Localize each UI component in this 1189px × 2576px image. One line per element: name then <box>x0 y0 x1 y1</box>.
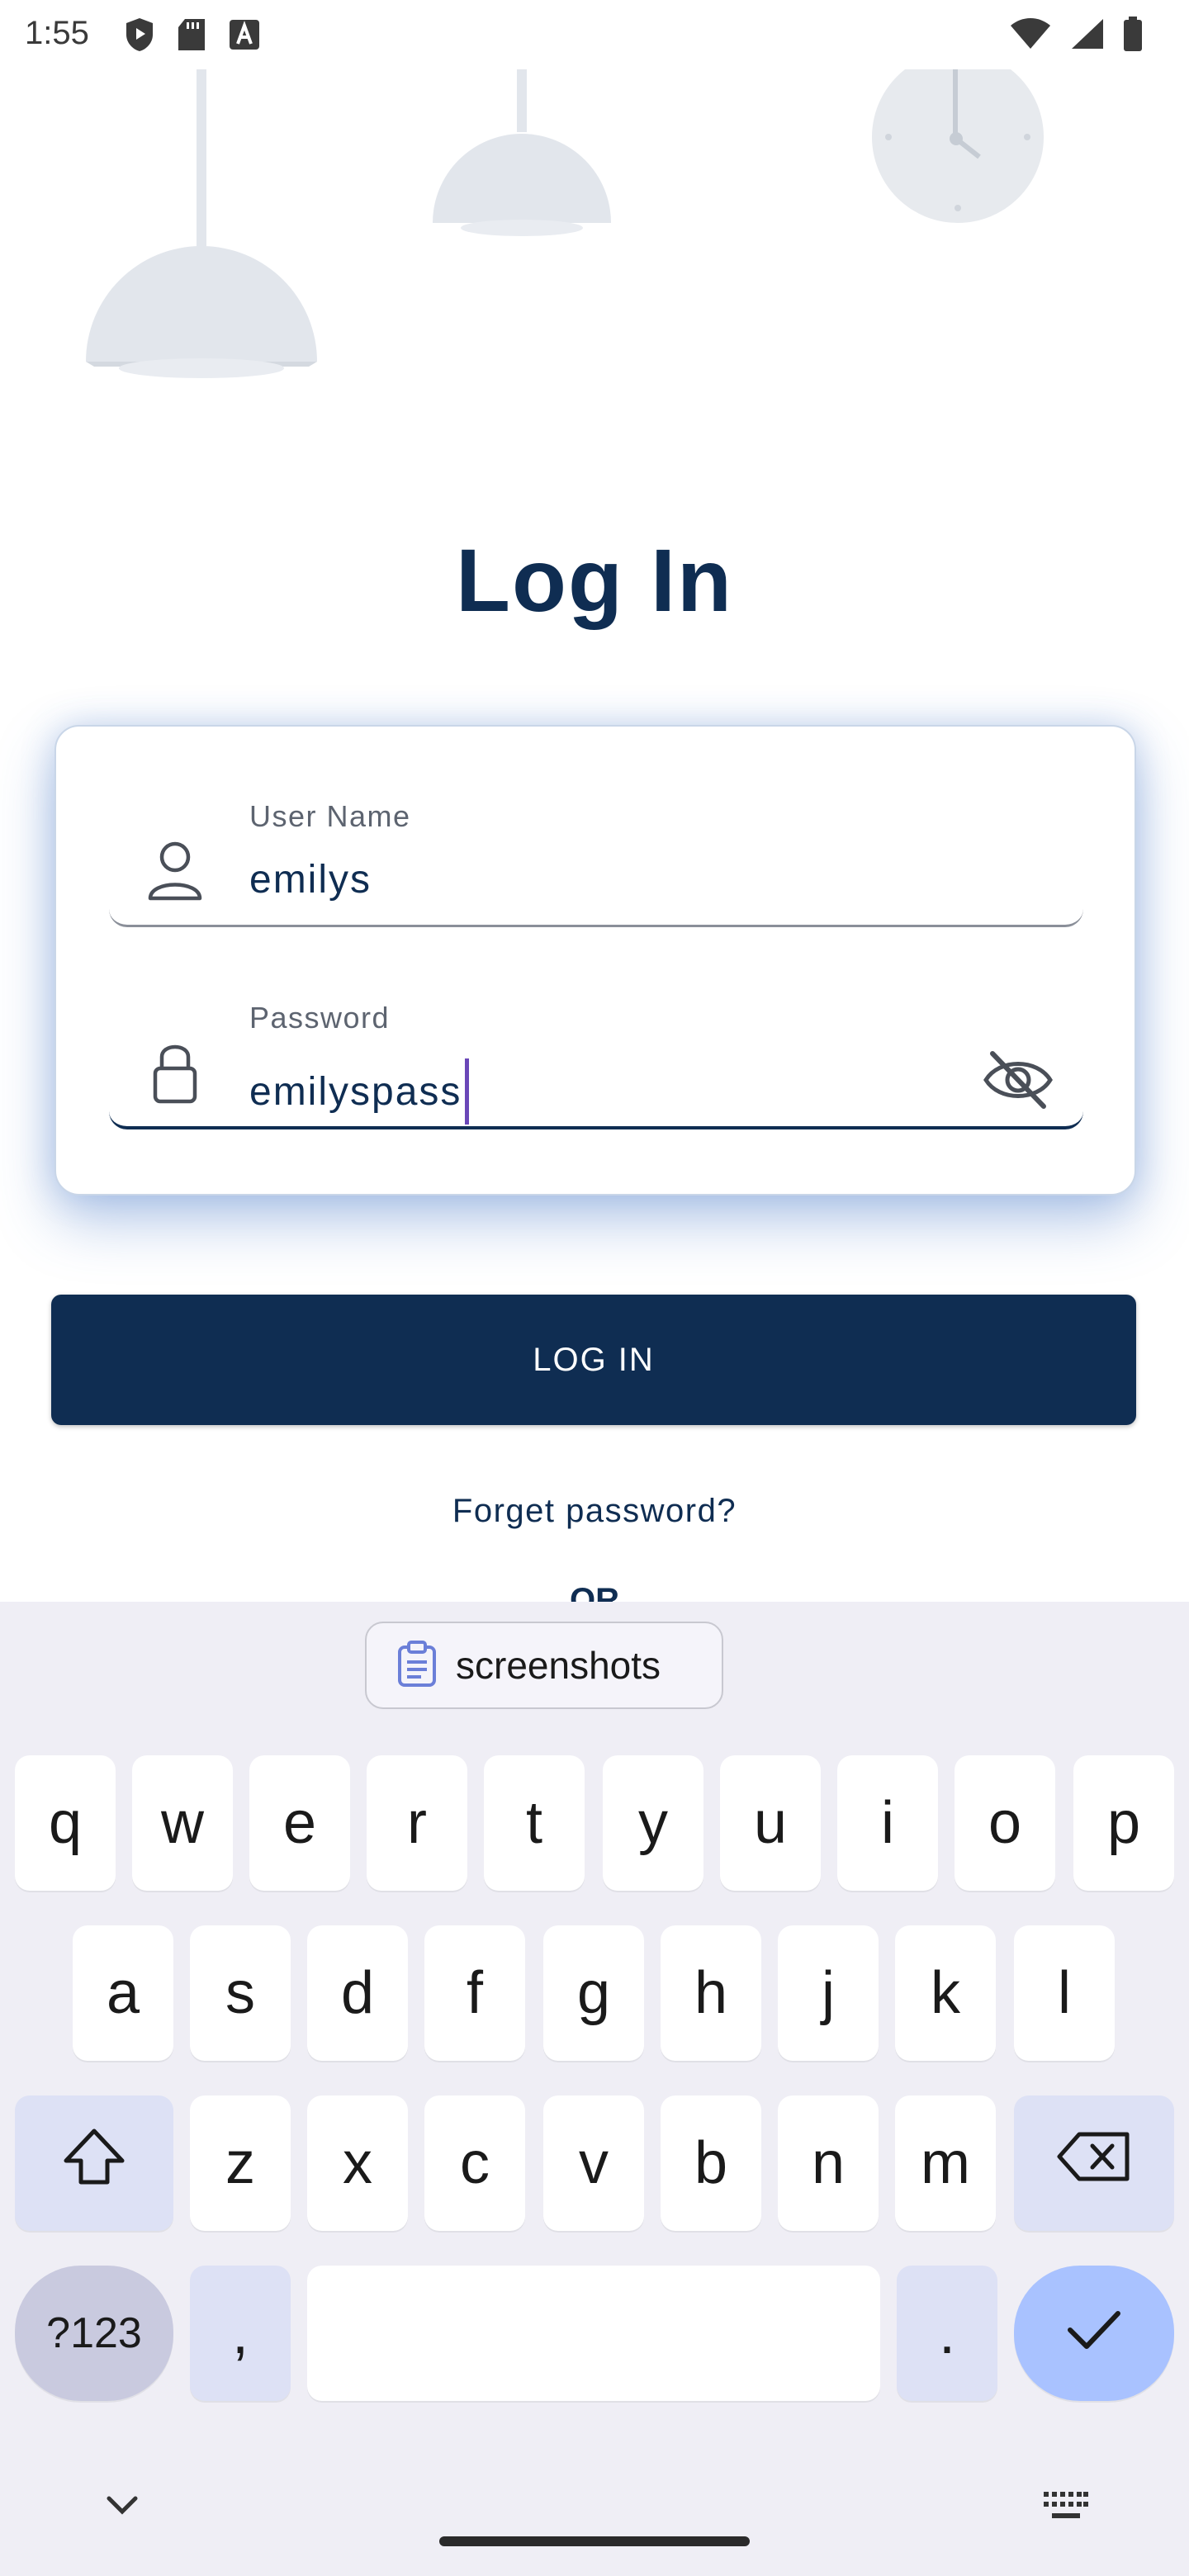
forgot-password-link[interactable]: Forget password? <box>0 1493 1189 1530</box>
soft-keyboard: screenshots q w e r t y u i o p a s d f … <box>0 1602 1189 2576</box>
shift-icon <box>61 2126 127 2201</box>
key-i[interactable]: i <box>837 1755 938 1891</box>
symbols-key[interactable]: ?123 <box>15 2266 173 2401</box>
eye-off-icon[interactable] <box>981 1047 1055 1113</box>
checkmark-icon <box>1065 2299 1123 2367</box>
hide-keyboard-chevron-icon[interactable] <box>104 2493 140 2522</box>
key-c[interactable]: c <box>424 2095 525 2231</box>
lock-icon <box>147 1039 203 1105</box>
font-a-icon <box>228 18 261 55</box>
status-time: 1:55 <box>25 15 89 51</box>
key-h[interactable]: h <box>661 1925 761 2061</box>
key-u[interactable]: u <box>720 1755 821 1891</box>
key-w[interactable]: w <box>132 1755 233 1891</box>
signal-icon <box>1070 17 1105 54</box>
shift-key[interactable] <box>15 2095 173 2231</box>
clipboard-suggestion-text: screenshots <box>456 1644 661 1687</box>
password-input[interactable]: emilyspass <box>249 1058 470 1125</box>
key-q[interactable]: q <box>15 1755 116 1891</box>
key-e[interactable]: e <box>249 1755 350 1891</box>
period-key[interactable]: . <box>897 2266 997 2401</box>
header-illustration <box>0 51 1189 400</box>
key-m[interactable]: m <box>895 2095 996 2231</box>
key-o[interactable]: o <box>955 1755 1055 1891</box>
sd-card-icon <box>177 17 206 56</box>
key-f[interactable]: f <box>424 1925 525 2061</box>
key-r[interactable]: r <box>367 1755 467 1891</box>
key-d[interactable]: d <box>307 1925 408 2061</box>
battery-icon <box>1123 17 1143 55</box>
key-b[interactable]: b <box>661 2095 761 2231</box>
backspace-icon <box>1056 2129 1132 2198</box>
key-y[interactable]: y <box>603 1755 703 1891</box>
username-value: emilys <box>249 858 372 902</box>
key-a[interactable]: a <box>73 1925 173 2061</box>
key-x[interactable]: x <box>307 2095 408 2231</box>
username-input[interactable]: emilys <box>249 857 372 902</box>
clipboard-suggestion-chip[interactable]: screenshots <box>365 1622 723 1709</box>
key-k[interactable]: k <box>895 1925 996 2061</box>
password-value: emilyspass <box>249 1069 462 1114</box>
clock-illustration <box>872 51 1044 223</box>
person-icon <box>147 837 203 903</box>
username-field[interactable]: User Name emilys <box>109 776 1083 927</box>
key-g[interactable]: g <box>543 1925 644 2061</box>
username-label: User Name <box>249 799 411 833</box>
text-caret <box>465 1058 470 1125</box>
login-form-card: User Name emilys Password emilyspass <box>54 725 1136 1196</box>
lamp-small-illustration <box>433 69 611 236</box>
status-bar: 1:55 <box>0 0 1189 69</box>
home-indicator[interactable] <box>439 2536 750 2546</box>
status-left-icons <box>124 17 261 57</box>
shield-icon <box>124 17 155 57</box>
comma-key[interactable]: , <box>190 2266 291 2401</box>
done-key[interactable] <box>1014 2266 1174 2401</box>
password-field[interactable]: Password emilyspass <box>109 978 1083 1129</box>
key-n[interactable]: n <box>778 2095 879 2231</box>
status-right-icons <box>1009 17 1143 55</box>
key-z[interactable]: z <box>190 2095 291 2231</box>
keyboard-switch-icon[interactable] <box>1042 2490 1090 2526</box>
key-t[interactable]: t <box>484 1755 585 1891</box>
password-label: Password <box>249 1001 391 1035</box>
lamp-large-illustration <box>86 69 317 378</box>
wifi-icon <box>1009 17 1052 54</box>
key-j[interactable]: j <box>778 1925 879 2061</box>
backspace-key[interactable] <box>1014 2095 1174 2231</box>
login-button[interactable]: LOG IN <box>51 1295 1136 1425</box>
clipboard-icon <box>396 1640 438 1691</box>
page-title: Log In <box>456 530 733 630</box>
key-l[interactable]: l <box>1014 1925 1115 2061</box>
space-key[interactable] <box>307 2266 880 2401</box>
key-v[interactable]: v <box>543 2095 644 2231</box>
key-s[interactable]: s <box>190 1925 291 2061</box>
key-p[interactable]: p <box>1073 1755 1174 1891</box>
